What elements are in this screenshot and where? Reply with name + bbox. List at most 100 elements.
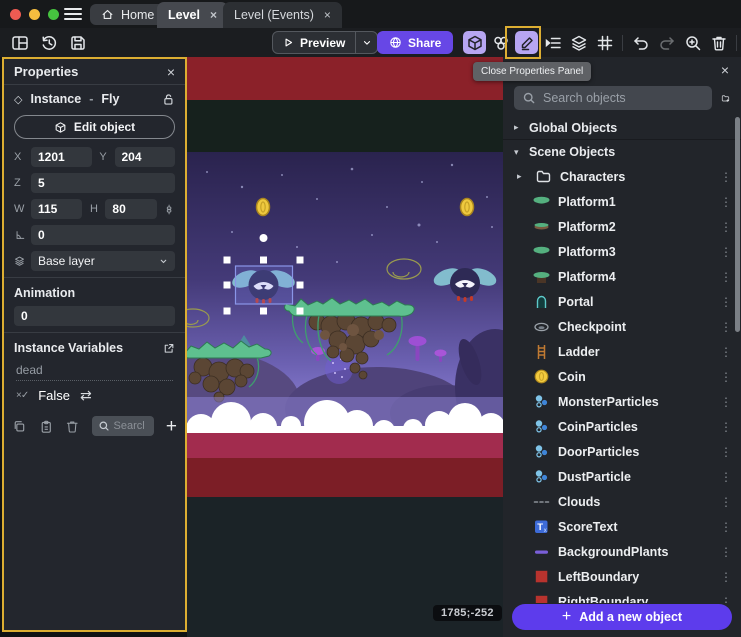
search-icon [522, 91, 536, 105]
close-properties-icon[interactable]: × [167, 64, 175, 80]
variable-value[interactable]: False [38, 388, 70, 403]
variable-name[interactable]: dead [16, 363, 173, 381]
object-menu-icon[interactable]: ⋮ [719, 345, 733, 359]
object-item-doorparticles[interactable]: DoorParticles ⋮ [503, 439, 741, 464]
preview-dropdown-button[interactable] [355, 32, 377, 53]
object-menu-icon[interactable]: ⋮ [719, 220, 733, 234]
objects-search[interactable] [514, 86, 712, 110]
undo-icon[interactable] [629, 31, 652, 54]
edit-scene-pencil-icon[interactable] [515, 31, 538, 54]
maximize-window-icon[interactable] [48, 9, 59, 20]
instances-list-icon[interactable] [541, 31, 564, 54]
redo-icon[interactable] [655, 31, 678, 54]
object-item-backgroundplants[interactable]: BackgroundPlants ⋮ [503, 539, 741, 564]
tooltip: Close Properties Panel [473, 62, 591, 81]
tab-home[interactable]: Home [90, 4, 165, 25]
link-dimensions-icon[interactable] [163, 203, 175, 216]
object-menu-icon[interactable]: ⋮ [719, 420, 733, 434]
object-menu-icon[interactable]: ⋮ [719, 570, 733, 584]
object-menu-icon[interactable]: ⋮ [719, 270, 733, 284]
object-item-platform4[interactable]: Platform4 ⋮ [503, 264, 741, 289]
lock-open-icon[interactable] [161, 92, 175, 106]
object-menu-icon[interactable]: ⋮ [719, 395, 733, 409]
object-item-portal[interactable]: Portal ⋮ [503, 289, 741, 314]
object-item-coinparticles[interactable]: CoinParticles ⋮ [503, 414, 741, 439]
object-item-clouds[interactable]: Clouds ⋮ [503, 489, 741, 514]
close-window-icon[interactable] [10, 9, 21, 20]
objects-scrollbar[interactable] [735, 117, 740, 332]
variables-search-input[interactable] [114, 420, 144, 432]
tab-label: Home [121, 8, 154, 22]
paste-icon[interactable] [39, 419, 54, 434]
object-menu-icon[interactable]: ⋮ [719, 470, 733, 484]
object-menu-icon[interactable]: ⋮ [719, 170, 733, 184]
preview-button[interactable]: Preview [272, 31, 378, 54]
open-variables-icon[interactable] [162, 342, 175, 355]
scene-canvas[interactable]: 1785;-252 [187, 57, 503, 637]
edit-object-button[interactable]: Edit object [14, 115, 175, 139]
project-panels-icon[interactable] [8, 31, 31, 54]
objects-search-input[interactable] [543, 91, 704, 105]
scene-objects-section[interactable]: ▾ Scene Objects [503, 140, 741, 164]
object-menu-icon[interactable]: ⋮ [719, 195, 733, 209]
history-icon[interactable] [37, 31, 60, 54]
object-item-platform2[interactable]: Platform2 ⋮ [503, 214, 741, 239]
height-input[interactable] [105, 199, 156, 219]
add-folder-icon[interactable] [721, 90, 730, 107]
close-tab-icon[interactable]: × [210, 8, 217, 22]
object-menu-icon[interactable]: ⋮ [719, 295, 733, 309]
delete-icon[interactable] [707, 31, 730, 54]
coin-icon [533, 368, 550, 385]
width-input[interactable] [31, 199, 82, 219]
object-item-coin[interactable]: Coin ⋮ [503, 364, 741, 389]
object-item-monsterparticles[interactable]: MonsterParticles ⋮ [503, 389, 741, 414]
x-input[interactable] [31, 147, 92, 167]
minimize-window-icon[interactable] [29, 9, 40, 20]
object-menu-icon[interactable]: ⋮ [719, 545, 733, 559]
close-objects-icon[interactable]: × [721, 62, 729, 78]
object-menu-icon[interactable]: ⋮ [719, 320, 733, 334]
object-menu-icon[interactable]: ⋮ [719, 495, 733, 509]
angle-input[interactable] [31, 225, 175, 245]
y-input[interactable] [115, 147, 176, 167]
particles-icon [533, 393, 550, 410]
tab-level[interactable]: Level × [157, 2, 228, 28]
toggle-variable-icon[interactable]: ⇄ [80, 387, 92, 404]
grid-icon[interactable] [593, 31, 616, 54]
chevron-down-icon: ▾ [514, 147, 522, 158]
tab-label: Level (Events) [234, 8, 314, 22]
layers-icon[interactable] [567, 31, 590, 54]
add-variable-button[interactable]: + [166, 417, 177, 436]
object-menu-icon[interactable]: ⋮ [719, 445, 733, 459]
object-item-leftboundary[interactable]: LeftBoundary ⋮ [503, 564, 741, 589]
hamburger-menu-icon[interactable] [64, 8, 82, 20]
section-label: Scene Objects [529, 145, 615, 159]
object-item-scoretext[interactable]: Tx ScoreText ⋮ [503, 514, 741, 539]
globe-icon [389, 36, 402, 49]
object-item-platform1[interactable]: Platform1 ⋮ [503, 189, 741, 214]
layer-select[interactable]: Base layer [31, 251, 175, 271]
share-button[interactable]: Share [377, 31, 453, 54]
object-groups-icon[interactable] [489, 31, 512, 54]
view-3d-icon[interactable] [463, 31, 486, 54]
global-objects-section[interactable]: ▸ Global Objects [503, 116, 741, 140]
object-menu-icon[interactable]: ⋮ [719, 245, 733, 259]
object-menu-icon[interactable]: ⋮ [719, 370, 733, 384]
add-object-button[interactable]: + Add a new object [512, 604, 732, 630]
animation-input[interactable] [14, 306, 175, 326]
copy-icon[interactable] [12, 419, 27, 434]
delete-variable-icon[interactable] [65, 419, 80, 434]
object-item-ladder[interactable]: Ladder ⋮ [503, 339, 741, 364]
variables-search[interactable] [92, 416, 154, 436]
close-tab-icon[interactable]: × [324, 8, 331, 22]
object-item-platform3[interactable]: Platform3 ⋮ [503, 239, 741, 264]
zoom-in-icon[interactable] [681, 31, 704, 54]
object-item-dustparticle[interactable]: DustParticle ⋮ [503, 464, 741, 489]
save-icon[interactable] [66, 31, 89, 54]
object-item-characters[interactable]: ▸ Characters ⋮ [503, 164, 741, 189]
tab-level-events[interactable]: Level (Events) × [223, 2, 342, 28]
z-input[interactable] [31, 173, 175, 193]
object-item-checkpoint[interactable]: Checkpoint ⋮ [503, 314, 741, 339]
object-menu-icon[interactable]: ⋮ [719, 520, 733, 534]
properties-panel: Properties × ◇ Instance - Fly Edit objec… [2, 57, 187, 632]
